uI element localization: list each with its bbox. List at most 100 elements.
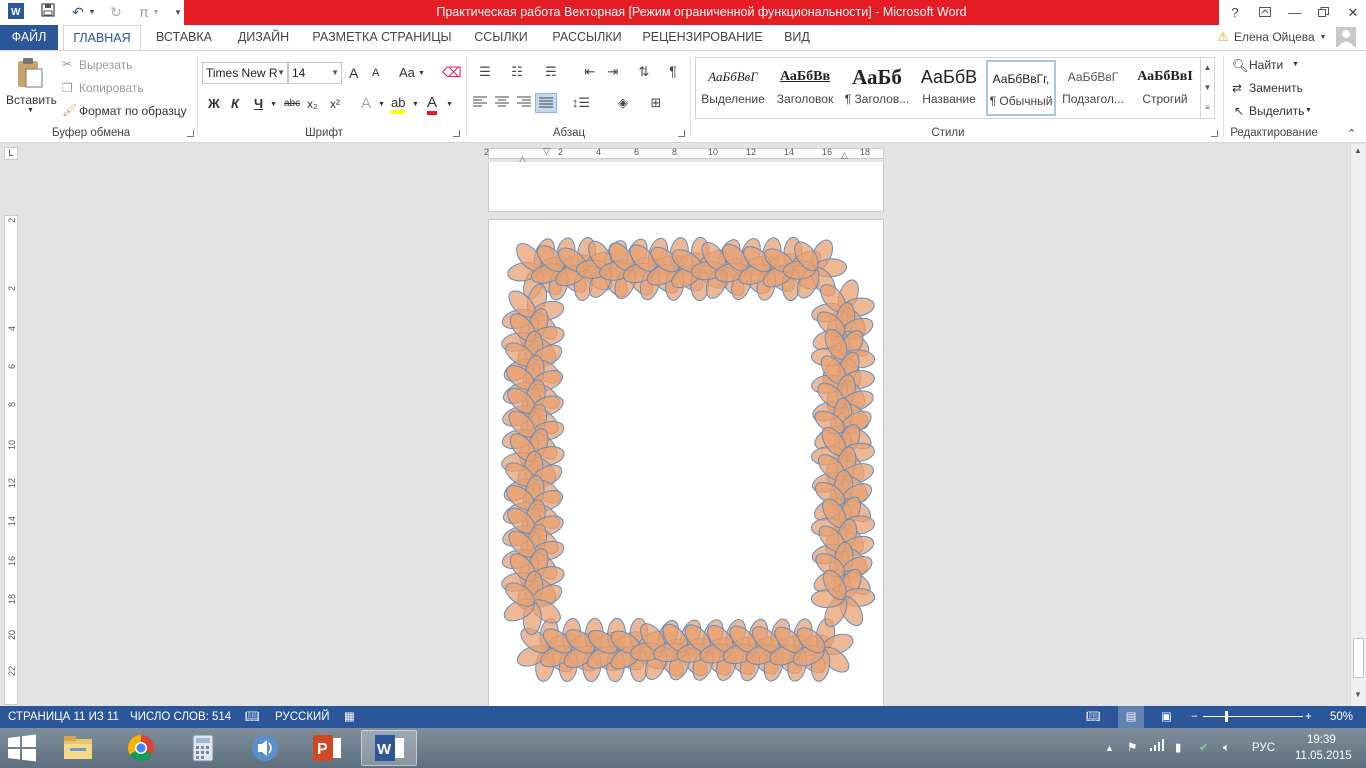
- action-center-icon[interactable]: ⚑: [1127, 728, 1137, 768]
- taskbar-word[interactable]: W: [361, 730, 417, 766]
- flower-border-frame[interactable]: [489, 220, 885, 706]
- select-button[interactable]: Выделить: [1249, 104, 1304, 118]
- gallery-more-icon[interactable]: ≡: [1200, 98, 1214, 118]
- power-icon[interactable]: ▮: [1175, 728, 1181, 768]
- avatar[interactable]: [1334, 25, 1358, 50]
- page-count[interactable]: СТРАНИЦА 11 ИЗ 11: [8, 706, 119, 728]
- shading-icon[interactable]: ◈: [610, 95, 636, 111]
- tab-mailings[interactable]: РАССЫЛКИ: [543, 25, 631, 50]
- ribbon-display-options-icon[interactable]: [1250, 0, 1280, 25]
- font-color-dropdown-icon[interactable]: ▼: [446, 101, 453, 108]
- equation-icon[interactable]: π: [136, 3, 152, 22]
- vertical-scrollbar[interactable]: ▲ ▼: [1350, 144, 1366, 706]
- gallery-scroll-down-icon[interactable]: ▼: [1200, 78, 1214, 98]
- tab-review[interactable]: РЕЦЕНЗИРОВАНИЕ: [640, 25, 765, 50]
- show-formatting-button[interactable]: ¶: [663, 63, 683, 79]
- scroll-thumb[interactable]: [1353, 638, 1364, 678]
- style-title[interactable]: АаБбВ Название: [914, 60, 984, 116]
- proofing-icon[interactable]: 📖︎: [245, 706, 260, 728]
- strikethrough-button[interactable]: abc: [284, 98, 300, 109]
- taskbar-sound-recorder[interactable]: [237, 730, 293, 766]
- justify-icon[interactable]: [535, 93, 557, 113]
- web-layout-icon[interactable]: ▣: [1161, 706, 1172, 728]
- tab-page-layout[interactable]: РАЗМЕТКА СТРАНИЦЫ: [308, 25, 456, 50]
- undo-icon[interactable]: ↶: [66, 3, 90, 22]
- input-language[interactable]: РУС: [1252, 728, 1275, 768]
- text-effects-dropdown-icon[interactable]: ▼: [378, 101, 385, 108]
- style-heading[interactable]: АаБбВв Заголовок: [770, 60, 840, 116]
- numbering-icon[interactable]: ☷: [505, 64, 529, 80]
- highlight-icon[interactable]: ab: [391, 95, 406, 114]
- word-count[interactable]: ЧИСЛО СЛОВ: 514: [130, 706, 231, 728]
- volume-icon[interactable]: 🔈︎: [1223, 728, 1230, 768]
- find-dropdown-icon[interactable]: ▼: [1292, 61, 1299, 68]
- close-icon[interactable]: ✕: [1338, 0, 1366, 25]
- first-line-indent-marker[interactable]: ▽: [543, 146, 550, 157]
- styles-dialog-launcher[interactable]: [1211, 130, 1218, 137]
- current-page[interactable]: [488, 219, 884, 706]
- increase-indent-icon[interactable]: ⇥: [603, 64, 623, 80]
- word-app-icon[interactable]: W: [6, 3, 26, 22]
- style-heading-1[interactable]: АаБб ¶ Заголов...: [842, 60, 912, 116]
- taskbar-powerpoint[interactable]: P: [299, 730, 355, 766]
- user-name[interactable]: Елена Ойцева: [1234, 25, 1318, 50]
- paste-icon[interactable]: [14, 57, 44, 89]
- collapse-ribbon-icon[interactable]: ⌃: [1347, 127, 1356, 140]
- help-button[interactable]: ?: [1220, 0, 1250, 25]
- equation-dropdown-icon[interactable]: ▼: [152, 3, 160, 22]
- customize-qat-icon[interactable]: ▾: [172, 3, 184, 22]
- document-area[interactable]: [0, 162, 1350, 706]
- show-hidden-icons-icon[interactable]: ▲: [1105, 728, 1114, 768]
- sort-icon[interactable]: ⇅: [634, 64, 654, 80]
- print-layout-icon[interactable]: ▤: [1118, 706, 1144, 728]
- zoom-slider-thumb[interactable]: [1225, 711, 1228, 722]
- decrease-indent-icon[interactable]: ⇤: [580, 64, 600, 80]
- clock-date[interactable]: 11.05.2015: [1295, 736, 1352, 768]
- taskbar-explorer[interactable]: [50, 730, 106, 766]
- minimize-icon[interactable]: —: [1280, 0, 1310, 25]
- replace-button[interactable]: Заменить: [1249, 81, 1303, 95]
- paragraph-dialog-launcher[interactable]: [678, 130, 685, 137]
- subscript-button[interactable]: x₂: [307, 97, 318, 111]
- superscript-button[interactable]: x²: [330, 97, 340, 111]
- bold-button[interactable]: Ж: [208, 96, 220, 111]
- restore-icon[interactable]: [1308, 0, 1338, 25]
- underline-button[interactable]: Ч: [254, 96, 263, 111]
- scroll-up-icon[interactable]: ▲: [1354, 146, 1362, 155]
- bullets-icon[interactable]: ☰: [473, 64, 497, 80]
- language[interactable]: РУССКИЙ: [275, 706, 330, 728]
- read-mode-icon[interactable]: 📖︎: [1086, 706, 1101, 728]
- font-name-select[interactable]: Times New R ▼: [202, 62, 288, 84]
- style-strong[interactable]: АаБбВвI Строгий: [1130, 60, 1200, 116]
- tab-insert[interactable]: ВСТАВКА: [148, 25, 220, 50]
- tab-view[interactable]: ВИД: [774, 25, 820, 50]
- zoom-slider[interactable]: [1203, 716, 1303, 717]
- zoom-out-icon[interactable]: −: [1191, 706, 1198, 728]
- start-button[interactable]: [6, 734, 42, 762]
- style-subtitle[interactable]: АаБбВвГ Подзагол...: [1058, 60, 1128, 116]
- find-button[interactable]: Найти: [1249, 58, 1283, 72]
- tab-references[interactable]: ССЫЛКИ: [465, 25, 537, 50]
- redo-icon[interactable]: ↻: [106, 3, 126, 22]
- tab-selector-icon[interactable]: L: [4, 147, 18, 160]
- cut-button[interactable]: Вырезать: [79, 58, 132, 72]
- font-dialog-launcher[interactable]: [453, 130, 460, 137]
- macro-record-icon[interactable]: ▦: [344, 706, 355, 728]
- paste-button[interactable]: Вставить: [6, 93, 57, 107]
- clipboard-dialog-launcher[interactable]: [187, 130, 194, 137]
- scroll-down-icon[interactable]: ▼: [1354, 690, 1362, 699]
- highlight-dropdown-icon[interactable]: ▼: [412, 101, 419, 108]
- tab-home[interactable]: ГЛАВНАЯ: [63, 25, 141, 51]
- shrink-font-button[interactable]: A: [372, 67, 379, 79]
- taskbar-chrome[interactable]: [113, 730, 169, 766]
- save-icon[interactable]: [38, 3, 58, 22]
- paste-dropdown-icon[interactable]: ▼: [27, 107, 34, 114]
- horizontal-ruler[interactable]: L 2 2 4 6 8 10 12 14 16 18 ▽ △ △: [0, 144, 1366, 164]
- align-center-icon[interactable]: [493, 96, 511, 111]
- font-size-select[interactable]: 14 ▼: [288, 62, 342, 84]
- tab-file[interactable]: ФАЙЛ: [0, 25, 58, 50]
- network-icon[interactable]: [1150, 728, 1166, 768]
- underline-dropdown-icon[interactable]: ▼: [270, 101, 277, 108]
- align-left-icon[interactable]: [471, 96, 489, 111]
- change-case-dropdown-icon[interactable]: ▼: [418, 70, 425, 77]
